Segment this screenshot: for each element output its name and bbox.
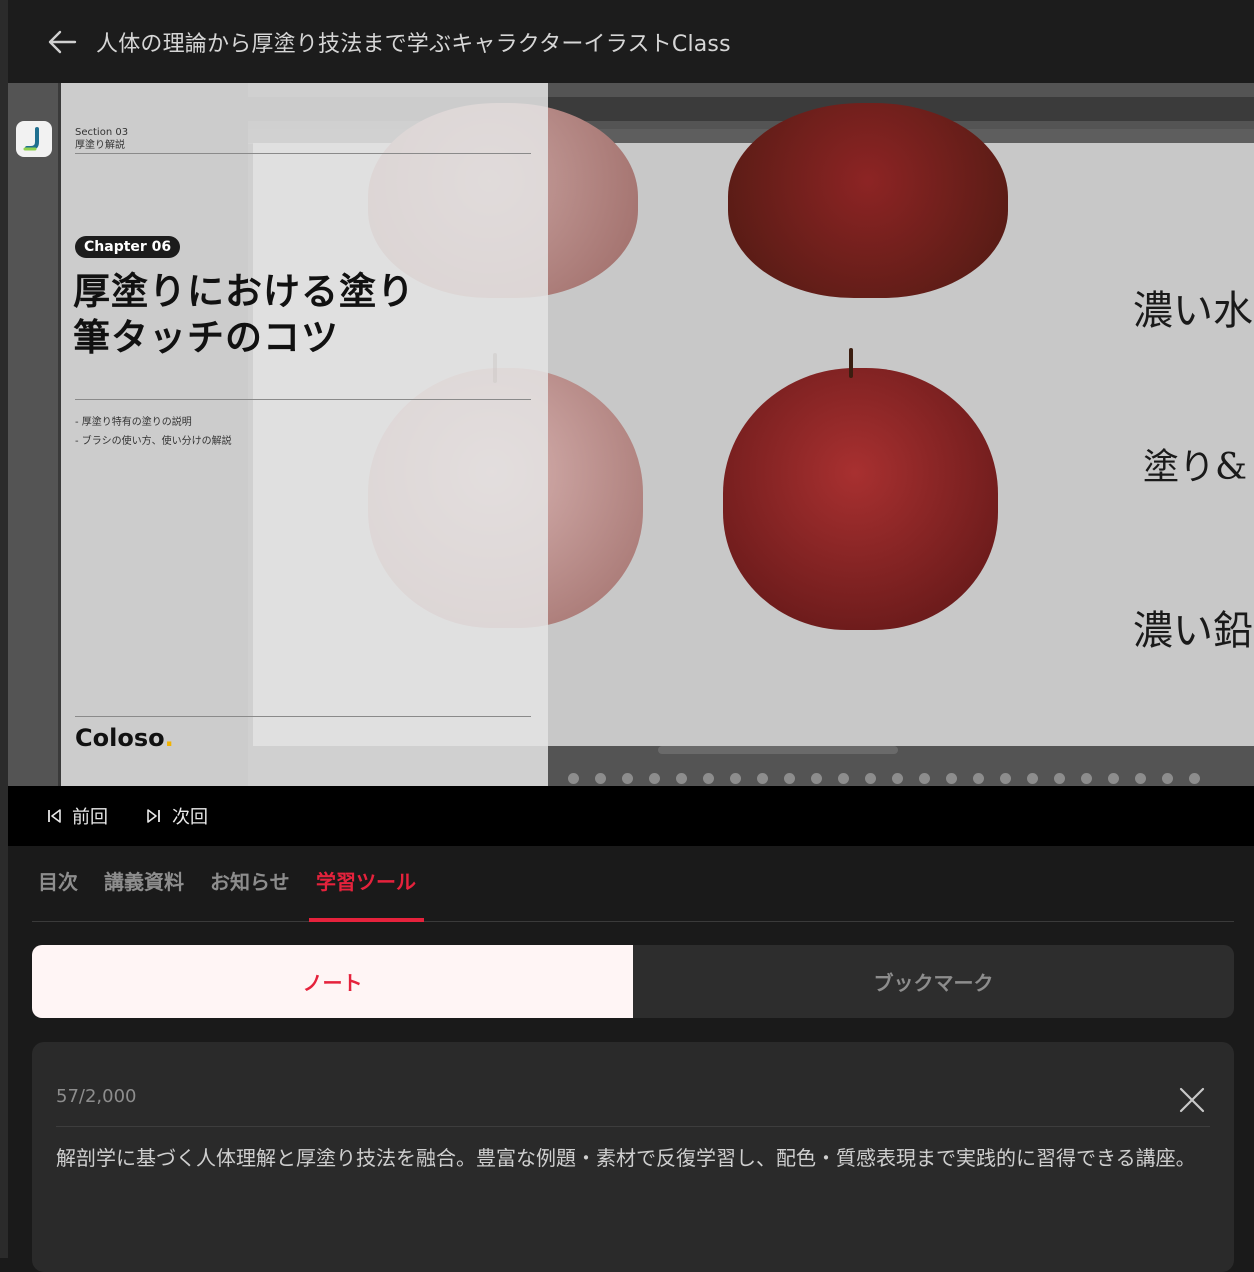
skip-next-icon: [146, 808, 162, 824]
apple-image: [728, 103, 1008, 298]
slide-divider: [75, 716, 531, 717]
note-segment-button[interactable]: ノート: [32, 945, 633, 1018]
page-title: 人体の理論から厚塗り技法まで学ぶキャラクターイラストClass: [96, 31, 731, 57]
playback-controls: 前回 次回: [8, 786, 1254, 846]
handwritten-note: 濃い水: [1133, 288, 1253, 334]
tab-materials[interactable]: 講義資料: [104, 866, 184, 895]
close-note-button[interactable]: [1170, 1078, 1214, 1122]
previous-label: 前回: [72, 807, 108, 828]
slide-bullets: - 厚塗り特有の塗りの説明 - ブラシの使い方、使い分けの解説: [75, 417, 232, 447]
bookmark-segment-button[interactable]: ブックマーク: [633, 945, 1234, 1018]
header: 人体の理論から厚塗り技法まで学ぶキャラクターイラストClass: [8, 0, 1254, 83]
slide-title: 厚塗りにおける塗り 筆タッチのコツ: [73, 270, 415, 359]
left-edge: [0, 0, 8, 1258]
active-tab-indicator: [309, 918, 424, 922]
content-tabs: 目次 講義資料 お知らせ 学習ツール: [32, 846, 1234, 922]
coloso-logo: Coloso.: [75, 724, 174, 752]
note-divider: [56, 1126, 1210, 1127]
color-swatch-row: [568, 773, 1200, 785]
slide-divider: [75, 153, 531, 154]
tab-contents[interactable]: 目次: [38, 866, 78, 895]
next-label: 次回: [172, 807, 208, 828]
app-logo-glyph: [23, 127, 39, 151]
tab-notices[interactable]: お知らせ: [210, 866, 290, 895]
slide-divider: [75, 399, 531, 400]
video-player[interactable]: 濃い水 塗り& 濃い鉛 Section 03 厚塗り解説 Chapter 06 …: [8, 83, 1254, 786]
note-text-area[interactable]: 解剖学に基づく人体理解と厚塗り技法を融合。豊富な例題・素材で反復学習し、配色・質…: [56, 1142, 1206, 1175]
apple-image: [723, 368, 998, 630]
chapter-slide: Section 03 厚塗り解説 Chapter 06 厚塗りにおける塗り 筆タ…: [61, 83, 548, 786]
handwritten-note: 塗り&: [1143, 447, 1248, 488]
skip-previous-icon: [46, 808, 62, 824]
chapter-badge: Chapter 06: [75, 236, 181, 258]
canvas-scrollbar: [658, 746, 898, 754]
next-lesson-button[interactable]: 次回: [146, 803, 208, 829]
tab-learning-tools[interactable]: 学習ツール: [316, 866, 416, 895]
note-editor[interactable]: 57/2,000 解剖学に基づく人体理解と厚塗り技法を融合。豊富な例題・素材で反…: [32, 1042, 1234, 1272]
tool-segmented-control: ノート ブックマーク: [32, 945, 1234, 1018]
close-icon: [1179, 1087, 1205, 1113]
slide-section: Section 03 厚塗り解説: [75, 127, 129, 151]
back-button[interactable]: [32, 12, 92, 72]
back-arrow-icon: [48, 30, 77, 53]
app-logo-icon: [16, 121, 52, 157]
handwritten-note: 濃い鉛: [1133, 608, 1253, 654]
apple-stem: [849, 348, 853, 378]
character-counter: 57/2,000: [56, 1086, 137, 1107]
previous-lesson-button[interactable]: 前回: [46, 803, 108, 829]
